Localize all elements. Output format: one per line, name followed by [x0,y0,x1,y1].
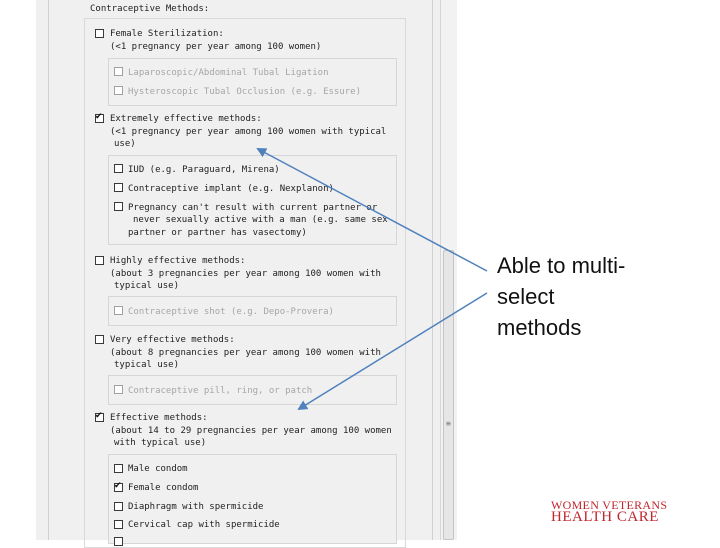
arrow-to-effective [297,292,488,411]
annotation-line-3: methods [497,315,582,340]
arrow-to-extremely-effective [256,148,488,272]
annotation-text: Able to multi- select methods [497,250,697,343]
brand-health-care: HEALTH CARE [551,509,659,525]
annotation-line-2: select [497,284,555,309]
annotation-line-1: Able to multi- [497,253,626,278]
